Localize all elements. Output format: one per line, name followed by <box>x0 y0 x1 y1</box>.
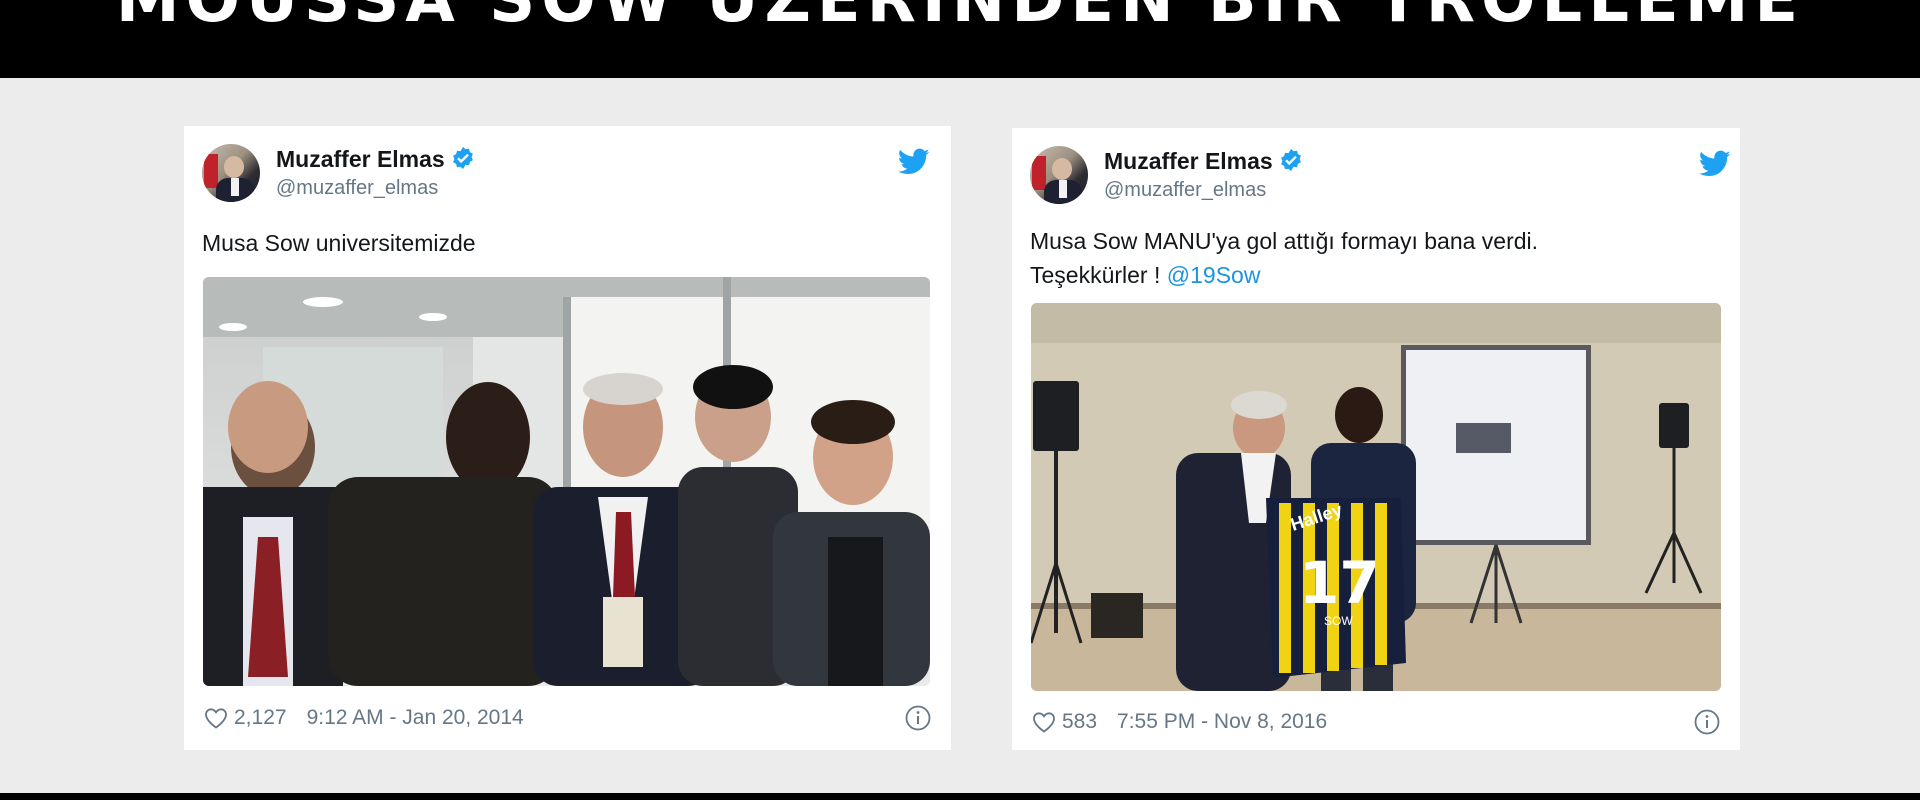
author-name[interactable]: Muzaffer Elmas <box>276 146 475 173</box>
verified-badge-icon <box>452 147 473 169</box>
tweet-card-2[interactable]: Muzaffer Elmas @muzaffer_elmas Musa Sow … <box>1012 128 1740 750</box>
tweet-text-line-1: Musa Sow MANU'ya gol attığı formayı bana… <box>1030 228 1539 254</box>
author-handle[interactable]: @muzaffer_elmas <box>276 177 438 200</box>
twitter-bird-icon[interactable] <box>1699 150 1731 178</box>
heart-icon[interactable] <box>204 707 228 729</box>
tweet-text: Musa Sow universitemizde <box>202 230 476 256</box>
mention-link[interactable]: @19Sow <box>1167 262 1261 288</box>
jersey-name: SOW <box>1324 614 1353 628</box>
author-name[interactable]: Muzaffer Elmas <box>1104 148 1303 175</box>
tweet-timestamp[interactable]: 9:12 AM - Jan 20, 2014 <box>307 706 524 730</box>
tweet-text-line-2: Teşekkürler ! @19Sow <box>1030 258 1538 292</box>
author-name-text[interactable]: Muzaffer Elmas <box>1104 148 1273 174</box>
tweet-text: Musa Sow MANU'ya gol attığı formayı bana… <box>1030 224 1538 292</box>
like-count[interactable]: 583 <box>1062 710 1097 734</box>
photo-scene: Halley 17 SOW <box>1031 303 1721 691</box>
tweet-meta: 2,127 9:12 AM - Jan 20, 2014 <box>204 706 524 730</box>
like-count[interactable]: 2,127 <box>234 706 287 730</box>
tweet-photo[interactable] <box>203 277 930 686</box>
info-icon[interactable] <box>1694 709 1720 735</box>
heart-icon[interactable] <box>1032 711 1056 733</box>
bottom-divider <box>0 793 1920 800</box>
photo-scene <box>203 277 930 686</box>
author-handle[interactable]: @muzaffer_elmas <box>1104 179 1266 202</box>
avatar[interactable] <box>202 144 260 202</box>
avatar[interactable] <box>1030 146 1088 204</box>
verified-badge-icon <box>1280 149 1301 171</box>
tweet-meta: 583 7:55 PM - Nov 8, 2016 <box>1032 710 1327 734</box>
tweet-photo[interactable]: Halley 17 SOW <box>1031 303 1721 691</box>
twitter-bird-icon[interactable] <box>898 148 930 176</box>
tweet-timestamp[interactable]: 7:55 PM - Nov 8, 2016 <box>1117 710 1327 734</box>
thanks-text: Teşekkürler ! <box>1030 262 1167 288</box>
banner-title: MOUSSA SOW ÜZERİNDEN BİR TROLLEME <box>115 0 1805 37</box>
title-banner: MOUSSA SOW ÜZERİNDEN BİR TROLLEME <box>0 0 1920 78</box>
jersey-number: 17 <box>1299 549 1380 617</box>
tweet-card-1[interactable]: Muzaffer Elmas @muzaffer_elmas Musa Sow … <box>184 126 951 750</box>
info-icon[interactable] <box>905 705 931 731</box>
jersey: Halley 17 SOW <box>1266 498 1406 678</box>
author-name-text[interactable]: Muzaffer Elmas <box>276 146 445 172</box>
